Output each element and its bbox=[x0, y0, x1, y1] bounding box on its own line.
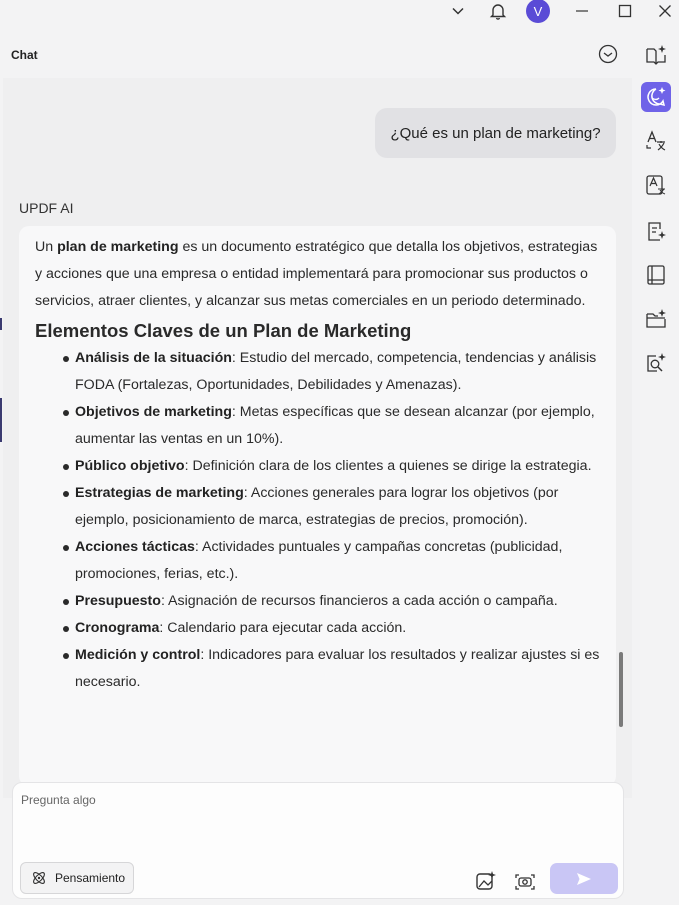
bell-icon[interactable] bbox=[487, 0, 509, 22]
message-list[interactable]: ¿Qué es un plan de marketing? UPDF AI Un… bbox=[3, 78, 632, 798]
panel-title: Chat bbox=[11, 48, 38, 62]
answer-intro: Un plan de marketing es un documento est… bbox=[35, 239, 598, 309]
list-item: Análisis de la situación: Estudio del me… bbox=[63, 345, 602, 399]
chat-panel: Chat ¿Qué es un plan de marketing? UPDF … bbox=[3, 30, 632, 905]
avatar[interactable]: V bbox=[526, 0, 550, 23]
rail-book-sparkle[interactable] bbox=[641, 40, 671, 70]
rail-library[interactable] bbox=[641, 260, 671, 290]
ai-chat-icon bbox=[647, 87, 666, 107]
assistant-message: Un plan de marketing es un documento est… bbox=[19, 226, 616, 786]
list-item: Estrategias de marketing: Acciones gener… bbox=[63, 480, 602, 534]
send-button[interactable] bbox=[550, 863, 618, 894]
rail-search-ai[interactable] bbox=[641, 348, 671, 378]
list-item: Público objetivo: Definición clara de lo… bbox=[63, 453, 602, 480]
search-sparkle-icon bbox=[647, 353, 666, 372]
list-item: Presupuesto: Asignación de recursos fina… bbox=[63, 588, 602, 615]
right-toolbar bbox=[632, 30, 679, 905]
rail-summarize[interactable] bbox=[641, 216, 671, 246]
book-icon bbox=[647, 265, 665, 285]
maximize-icon[interactable] bbox=[615, 0, 635, 22]
thinking-button[interactable]: Pensamiento bbox=[20, 862, 134, 894]
rail-folder[interactable] bbox=[641, 304, 671, 334]
translate-icon bbox=[646, 130, 666, 151]
left-edge-marker bbox=[0, 398, 2, 442]
answer-heading: Elementos Claves de un Plan de Marketing bbox=[35, 320, 412, 341]
list-item: Objetivos de marketing: Metas específica… bbox=[63, 399, 602, 453]
scrollbar-thumb[interactable] bbox=[619, 652, 623, 727]
image-sparkle-icon[interactable] bbox=[475, 870, 497, 892]
answer-list: Análisis de la situación: Estudio del me… bbox=[35, 345, 602, 696]
chat-header: Chat bbox=[3, 30, 632, 78]
composer: Pensamiento bbox=[12, 782, 624, 899]
user-message: ¿Qué es un plan de marketing? bbox=[375, 108, 616, 158]
chevron-down-icon[interactable] bbox=[448, 0, 468, 22]
list-item: Medición y control: Indicadores para eva… bbox=[63, 642, 602, 696]
camera-icon[interactable] bbox=[514, 870, 536, 892]
translate-document-icon bbox=[646, 175, 666, 195]
send-icon bbox=[577, 872, 591, 885]
rail-translate-doc[interactable] bbox=[641, 170, 671, 200]
thinking-label: Pensamiento bbox=[55, 871, 126, 885]
list-item: Cronograma: Calendario para ejecutar cad… bbox=[63, 615, 602, 642]
atom-icon bbox=[33, 872, 45, 884]
book-sparkle-icon bbox=[646, 45, 666, 65]
folder-sparkle-icon bbox=[646, 309, 666, 328]
question-input[interactable] bbox=[21, 793, 611, 853]
close-icon[interactable] bbox=[655, 0, 675, 22]
history-icon[interactable] bbox=[598, 44, 618, 64]
left-edge-marker bbox=[0, 318, 2, 330]
assistant-name: UPDF AI bbox=[19, 200, 74, 216]
window-title-bar: V bbox=[0, 0, 679, 30]
list-item: Acciones tácticas: Actividades puntuales… bbox=[63, 534, 602, 588]
minimize-icon[interactable] bbox=[572, 0, 592, 22]
rail-translate[interactable] bbox=[641, 126, 671, 156]
rail-ai-chat[interactable] bbox=[641, 82, 671, 112]
document-sparkle-icon bbox=[648, 222, 666, 241]
